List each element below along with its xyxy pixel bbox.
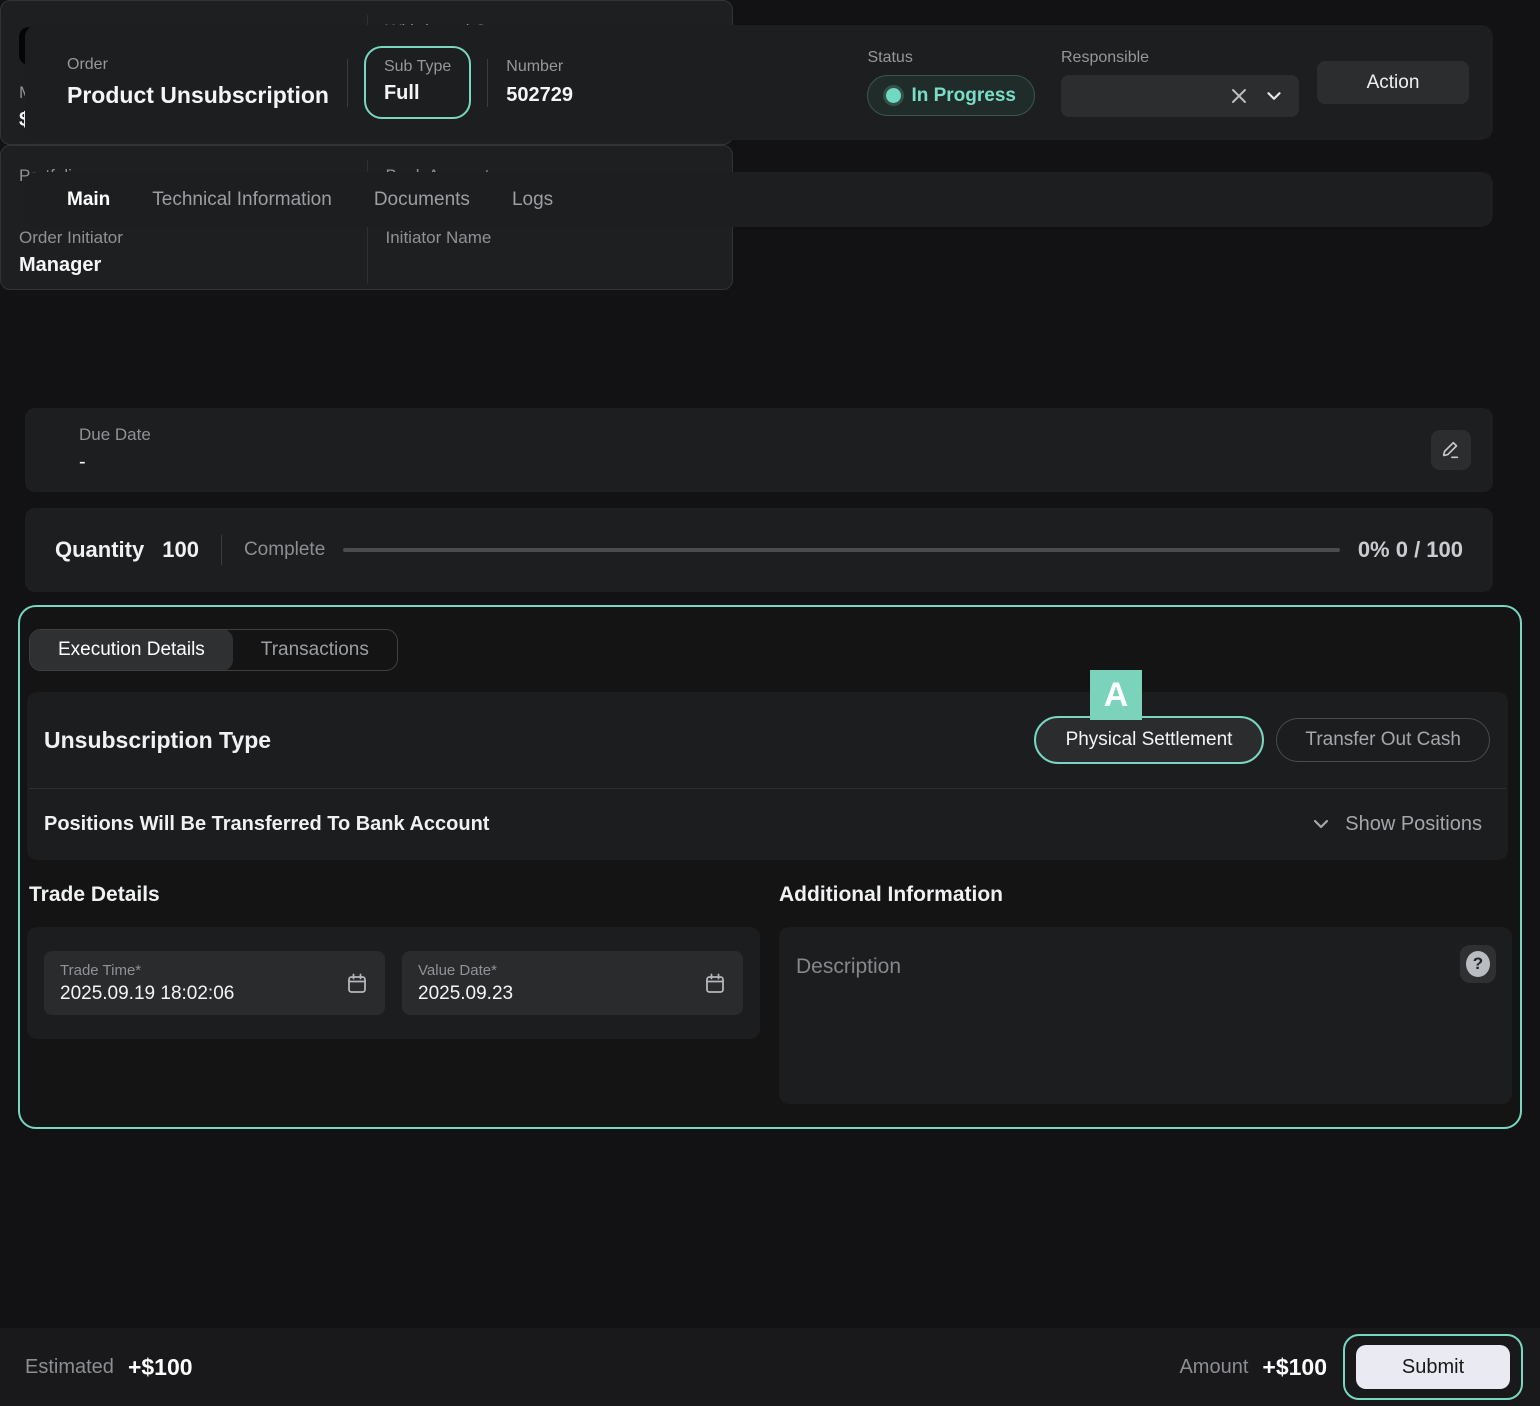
physical-settlement-button[interactable]: Physical Settlement [1034, 716, 1265, 764]
subtype-highlight-box: Sub Type Full [364, 46, 471, 119]
tab-documents[interactable]: Documents [374, 189, 470, 211]
description-help-button[interactable]: ? [1460, 945, 1496, 983]
trade-time-value: 2025.09.19 18:02:06 [60, 983, 345, 1005]
main-tabbar: Main Technical Information Documents Log… [25, 172, 1493, 227]
value-date-value: 2025.09.23 [418, 983, 703, 1005]
status-value: In Progress [911, 85, 1016, 107]
question-icon: ? [1466, 951, 1490, 977]
execution-section: Execution Details Transactions A Unsubsc… [18, 605, 1522, 1129]
due-date-value: - [79, 451, 151, 475]
number-label: Number [506, 58, 573, 76]
annotation-badge-a: A [1090, 670, 1142, 720]
value-date-label: Value Date* [418, 962, 703, 979]
chevron-down-icon[interactable] [1263, 85, 1285, 107]
status-badge: In Progress [867, 75, 1035, 116]
show-positions-toggle[interactable]: Show Positions [1309, 812, 1482, 836]
order-label: Order [67, 56, 329, 74]
divider [221, 535, 222, 565]
tab-transactions[interactable]: Transactions [233, 629, 397, 671]
order-page: Order Product Unsubscription Sub Type Fu… [0, 0, 1540, 1406]
trade-details-panel: Trade Time* 2025.09.19 18:02:06 Value Da… [27, 927, 760, 1039]
due-date-row: Due Date - [25, 408, 1493, 492]
value-date-field[interactable]: Value Date* 2025.09.23 [402, 951, 743, 1015]
quantity-row: Quantity 100 Complete 0% 0 / 100 [25, 508, 1493, 592]
tab-main[interactable]: Main [67, 189, 110, 211]
chevron-down-icon [1309, 812, 1333, 836]
submit-highlight-ring: Submit [1343, 1334, 1523, 1400]
trade-time-label: Trade Time* [60, 962, 345, 979]
positions-transfer-text: Positions Will Be Transferred To Bank Ac… [44, 813, 489, 836]
order-initiator-value: Manager [19, 254, 349, 278]
estimated-label: Estimated [25, 1356, 114, 1379]
additional-information-panel: ? [779, 927, 1512, 1104]
due-date-label: Due Date [79, 425, 151, 445]
divider [347, 59, 348, 107]
unsubscription-type-heading: Unsubscription Type [44, 727, 271, 754]
clear-icon[interactable] [1229, 86, 1249, 106]
tab-execution-details[interactable]: Execution Details [30, 629, 233, 671]
status-dot-icon [886, 88, 901, 103]
order-number: 502729 [506, 84, 573, 107]
responsible-select[interactable] [1061, 75, 1299, 117]
unsubscription-type-panel: Unsubscription Type Physical Settlement … [27, 692, 1508, 860]
subtype-value: Full [384, 82, 451, 105]
transfer-out-cash-button[interactable]: Transfer Out Cash [1276, 718, 1490, 762]
edit-due-date-button[interactable] [1431, 430, 1471, 470]
pencil-icon [1440, 439, 1462, 461]
quantity-label: Quantity [55, 537, 144, 563]
trade-time-field[interactable]: Trade Time* 2025.09.19 18:02:06 [44, 951, 385, 1015]
submit-button[interactable]: Submit [1356, 1345, 1510, 1389]
tab-logs[interactable]: Logs [512, 189, 553, 211]
progress-text: 0% 0 / 100 [1358, 537, 1463, 563]
calendar-icon[interactable] [703, 971, 727, 995]
amount-label: Amount [1179, 1356, 1248, 1379]
progress-bar [343, 548, 1340, 552]
action-button[interactable]: Action [1317, 61, 1469, 104]
order-header: Order Product Unsubscription Sub Type Fu… [25, 25, 1493, 140]
footer-bar: Estimated +$100 Amount +$100 Submit [0, 1328, 1540, 1406]
amount-value: +$100 [1262, 1354, 1327, 1381]
complete-label: Complete [244, 539, 325, 561]
initiator-name-value [386, 254, 715, 278]
trade-details-heading: Trade Details [29, 883, 160, 907]
initiator-name-label: Initiator Name [386, 228, 715, 248]
additional-information-heading: Additional Information [779, 883, 1003, 907]
status-label: Status [867, 49, 1035, 67]
calendar-icon[interactable] [345, 971, 369, 995]
tab-technical-information[interactable]: Technical Information [152, 189, 332, 211]
estimated-value: +$100 [128, 1354, 193, 1381]
subtype-label: Sub Type [384, 58, 451, 76]
quantity-value: 100 [162, 537, 199, 563]
divider [487, 59, 488, 107]
responsible-label: Responsible [1061, 49, 1299, 67]
description-input[interactable] [779, 927, 1512, 1104]
order-title: Product Unsubscription [67, 82, 329, 109]
execution-tabs: Execution Details Transactions [29, 629, 398, 671]
show-positions-label: Show Positions [1345, 813, 1482, 836]
order-initiator-label: Order Initiator [19, 228, 349, 248]
